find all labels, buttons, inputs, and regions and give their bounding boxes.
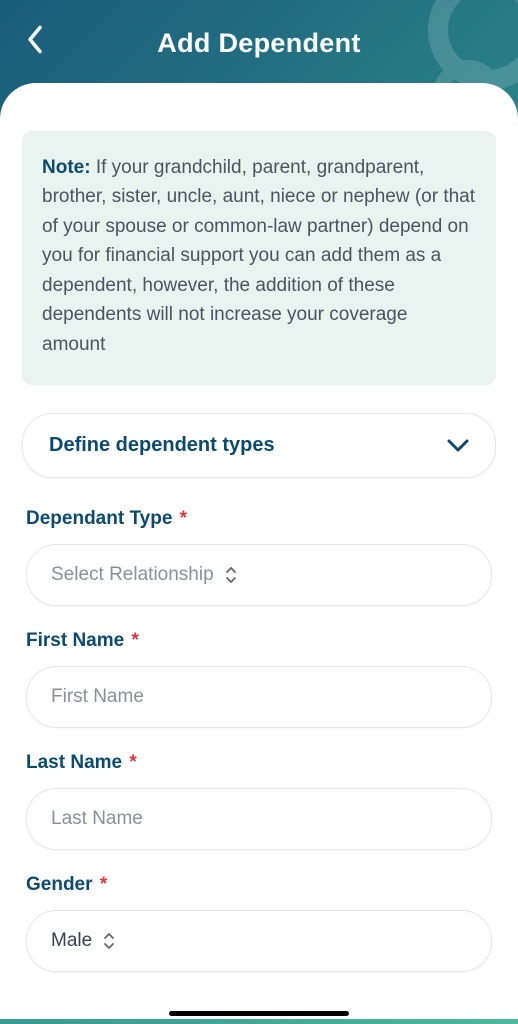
home-indicator[interactable] (169, 1011, 349, 1016)
updown-icon (224, 566, 238, 584)
note-box: Note: If your grandchild, parent, grandp… (22, 131, 496, 385)
gender-value: Male (51, 930, 92, 952)
page-title: Add Dependent (18, 28, 500, 59)
first-name-label: First Name * (26, 630, 492, 652)
last-name-label: Last Name * (26, 752, 492, 774)
content-card: Note: If your grandchild, parent, grandp… (0, 83, 518, 1019)
back-button[interactable] (26, 24, 44, 59)
define-dependent-types-toggle[interactable]: Define dependent types (22, 413, 496, 478)
last-name-field: Last Name * (22, 752, 496, 850)
last-name-input-wrap (26, 788, 492, 850)
dependant-type-select[interactable]: Select Relationship (26, 544, 492, 606)
note-label: Note: (42, 157, 91, 178)
dependant-type-placeholder: Select Relationship (51, 564, 214, 586)
updown-icon (102, 932, 116, 950)
first-name-input-wrap (26, 666, 492, 728)
dependant-type-label: Dependant Type * (26, 508, 492, 530)
note-text: If your grandchild, parent, grandparent,… (42, 157, 475, 355)
gender-select[interactable]: Male (26, 910, 492, 972)
first-name-input[interactable] (51, 686, 467, 708)
dependant-type-field: Dependant Type * Select Relationship (22, 508, 496, 606)
first-name-field: First Name * (22, 630, 496, 728)
gender-field: Gender * Male (22, 874, 496, 972)
last-name-input[interactable] (51, 808, 467, 830)
header: Add Dependent (0, 0, 518, 83)
chevron-down-icon (447, 439, 469, 453)
chevron-left-icon (26, 24, 44, 54)
expand-label: Define dependent types (49, 434, 275, 457)
gender-label: Gender * (26, 874, 492, 896)
